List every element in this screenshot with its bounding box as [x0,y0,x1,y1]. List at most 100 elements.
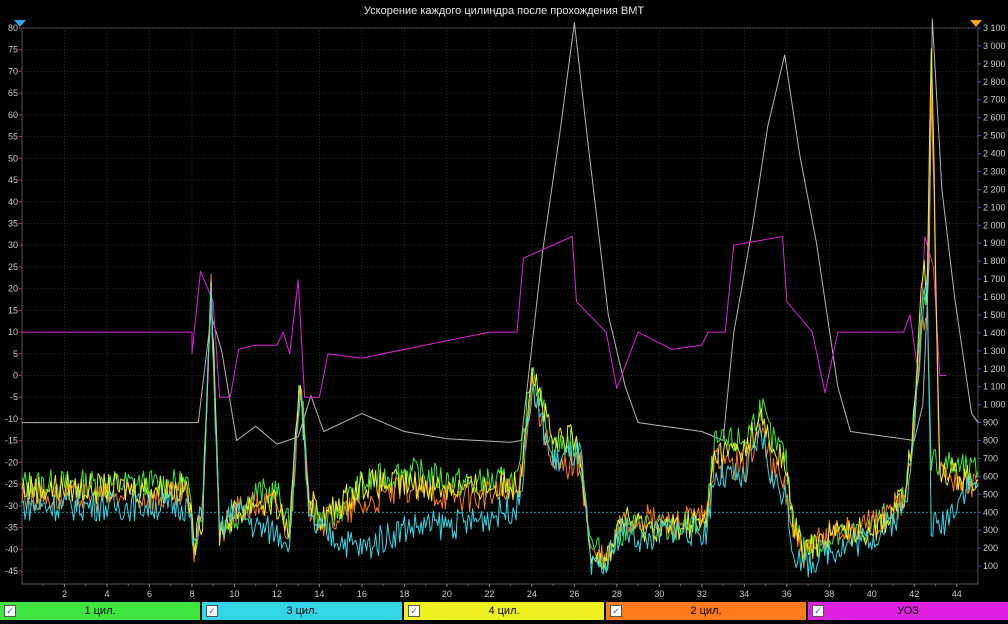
legend-item[interactable]: ✓ 1 цил. [0,602,200,620]
left-tick-label: 10 [8,327,18,337]
series-line-УОЗ [22,236,947,398]
legend-label: 1 цил. [84,605,116,617]
x-tick-label: 40 [867,589,877,599]
right-tick-label: 2 900 [983,59,1006,69]
legend-item[interactable]: ✓ УОЗ [808,602,1008,620]
right-tick-label: 600 [983,471,998,481]
right-tick-label: 3 100 [983,23,1006,33]
right-tick-label: 1 500 [983,310,1006,320]
right-tick-label: 300 [983,525,998,535]
x-tick-label: 20 [442,589,452,599]
right-tick-label: 2 800 [983,77,1006,87]
left-tick-label: 0 [13,371,18,381]
left-tick-label: 35 [8,218,18,228]
legend: ✓ 1 цил. ✓ 3 цил. ✓ 4 цил. ✓ 2 цил. ✓ УОЗ [0,602,1008,622]
left-tick-label: 50 [8,153,18,163]
x-tick-label: 4 [104,589,109,599]
x-tick-label: 24 [527,589,537,599]
checkbox-icon[interactable]: ✓ [408,605,420,617]
right-tick-label: 2 200 [983,184,1006,194]
checkbox-icon[interactable]: ✓ [4,605,16,617]
left-tick-label: -20 [5,457,18,467]
legend-label: УОЗ [897,605,919,617]
x-tick-label: 8 [189,589,194,599]
x-tick-label: 16 [357,589,367,599]
left-tick-label: 5 [13,349,18,359]
right-axis: 3 100 3 000 2 900 2 800 2 700 2 600 2 500 2 400… [978,23,1006,571]
x-tick-label: 22 [484,589,494,599]
x-tick-label: 30 [654,589,664,599]
right-tick-label: 400 [983,507,998,517]
x-tick-label: 44 [952,589,962,599]
right-tick-label: 1 400 [983,328,1006,338]
chart-area: Ускорение каждого цилиндра после прохожд… [5,5,1006,599]
x-tick-label: 6 [147,589,152,599]
legend-label: 3 цил. [286,605,318,617]
right-tick-label: 100 [983,561,998,571]
left-tick-label: -10 [5,414,18,424]
right-tick-label: 1 700 [983,274,1006,284]
right-tick-label: 2 300 [983,166,1006,176]
x-tick-label: 28 [612,589,622,599]
x-tick-label: 38 [824,589,834,599]
left-tick-label: -45 [5,566,18,576]
right-tick-label: 2 600 [983,113,1006,123]
legend-item[interactable]: ✓ 3 цил. [202,602,402,620]
x-tick-label: 18 [399,589,409,599]
right-tick-label: 1 000 [983,400,1006,410]
right-tick-label: 900 [983,418,998,428]
series-line-4-цил- [21,48,979,569]
right-tick-label: 1 900 [983,238,1006,248]
x-tick-label: 32 [697,589,707,599]
checkbox-icon[interactable]: ✓ [206,605,218,617]
right-tick-label: 2 500 [983,131,1006,141]
right-tick-label: 2 700 [983,95,1006,105]
left-tick-label: 55 [8,132,18,142]
x-tick-label: 26 [569,589,579,599]
left-tick-label: -15 [5,436,18,446]
right-tick-label: 500 [983,489,998,499]
chart-title: Ускорение каждого цилиндра после прохожд… [364,5,644,17]
left-tick-label: -5 [10,392,18,402]
legend-label: 2 цил. [690,605,722,617]
right-tick-label: 2 400 [983,149,1006,159]
left-tick-label: 25 [8,262,18,272]
left-tick-label: -35 [5,523,18,533]
legend-item[interactable]: ✓ 4 цил. [404,602,604,620]
right-tick-label: 1 300 [983,346,1006,356]
right-tick-label: 700 [983,453,998,463]
legend-label: 4 цил. [488,605,520,617]
series-group [21,18,979,578]
checkbox-icon[interactable]: ✓ [812,605,824,617]
right-tick-label: 2 000 [983,220,1006,230]
left-tick-label: 30 [8,240,18,250]
left-tick-label: -25 [5,479,18,489]
left-tick-label: 65 [8,88,18,98]
x-tick-label: 12 [272,589,282,599]
right-tick-label: 800 [983,436,998,446]
right-tick-label: 2 100 [983,202,1006,212]
right-tick-label: 3 000 [983,41,1006,51]
right-tick-label: 1 600 [983,292,1006,302]
left-tick-label: 15 [8,305,18,315]
x-tick-label: 14 [314,589,324,599]
right-tick-label: 1 800 [983,256,1006,266]
left-tick-label: 80 [8,23,18,33]
left-tick-label: 70 [8,66,18,76]
left-tick-label: 45 [8,175,18,185]
left-axis: 80757065605550454035302520151050-5-10-15… [5,23,22,576]
right-axis-marker-icon[interactable] [970,20,982,27]
x-tick-label: 42 [909,589,919,599]
left-tick-label: -30 [5,501,18,511]
right-tick-label: 1 100 [983,382,1006,392]
left-tick-label: 40 [8,197,18,207]
series-line-rpm [22,18,979,445]
x-tick-label: 10 [229,589,239,599]
checkbox-icon[interactable]: ✓ [610,605,622,617]
left-tick-label: 75 [8,45,18,55]
left-tick-label: 20 [8,284,18,294]
right-tick-label: 1 200 [983,364,1006,374]
right-tick-label: 200 [983,543,998,553]
legend-item[interactable]: ✓ 2 цил. [606,602,806,620]
x-axis: 2 4 6 8 10 12 14 16 18 20 22 24 26 28 30 32 34 36 38 40 42 44 [42,584,962,599]
